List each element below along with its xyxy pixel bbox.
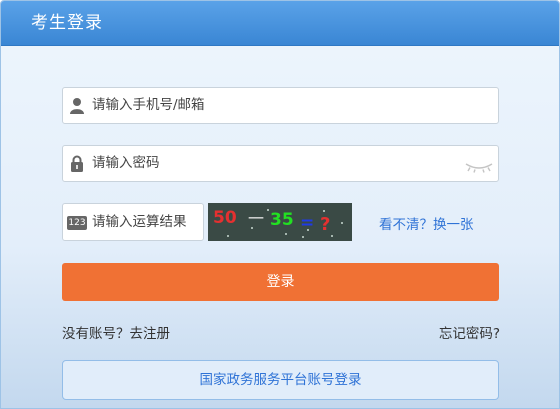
captcha-num1: 50 — [213, 208, 237, 228]
captcha-image[interactable]: 50 一 35 = ? — [208, 203, 352, 241]
dialog-title: 考生登录 — [31, 13, 103, 33]
phone-email-placeholder: 请输入手机号/邮箱 — [92, 97, 205, 113]
eye-closed-icon[interactable] — [464, 158, 494, 177]
captcha-question: ? — [320, 214, 330, 235]
forgot-password-link[interactable]: 忘记密码? — [439, 322, 500, 342]
gov-platform-login-button[interactable]: 国家政务服务平台账号登录 — [62, 360, 499, 400]
register-link[interactable]: 没有账号？去注册 — [62, 322, 170, 342]
login-dialog: 考生登录 请输入手机号/邮箱 请输入密码 123 请输入运算结果 50 一 35… — [0, 0, 560, 409]
captcha-num2: 35 — [270, 210, 294, 230]
user-icon — [69, 97, 85, 118]
dialog-header: 考生登录 — [1, 1, 559, 46]
login-button[interactable]: 登录 — [62, 263, 499, 301]
password-placeholder: 请输入密码 — [92, 155, 160, 171]
phone-email-field[interactable]: 请输入手机号/邮箱 — [62, 87, 499, 124]
captcha-operator: 一 — [248, 209, 264, 228]
lock-icon — [70, 155, 84, 176]
captcha-123-icon: 123 — [67, 216, 87, 230]
captcha-equals: = — [300, 213, 314, 233]
password-field[interactable]: 请输入密码 — [62, 145, 499, 182]
captcha-field[interactable]: 123 请输入运算结果 — [62, 203, 204, 241]
refresh-captcha-link[interactable]: 看不清？换一张 — [379, 213, 474, 233]
captcha-placeholder: 请输入运算结果 — [92, 214, 187, 230]
